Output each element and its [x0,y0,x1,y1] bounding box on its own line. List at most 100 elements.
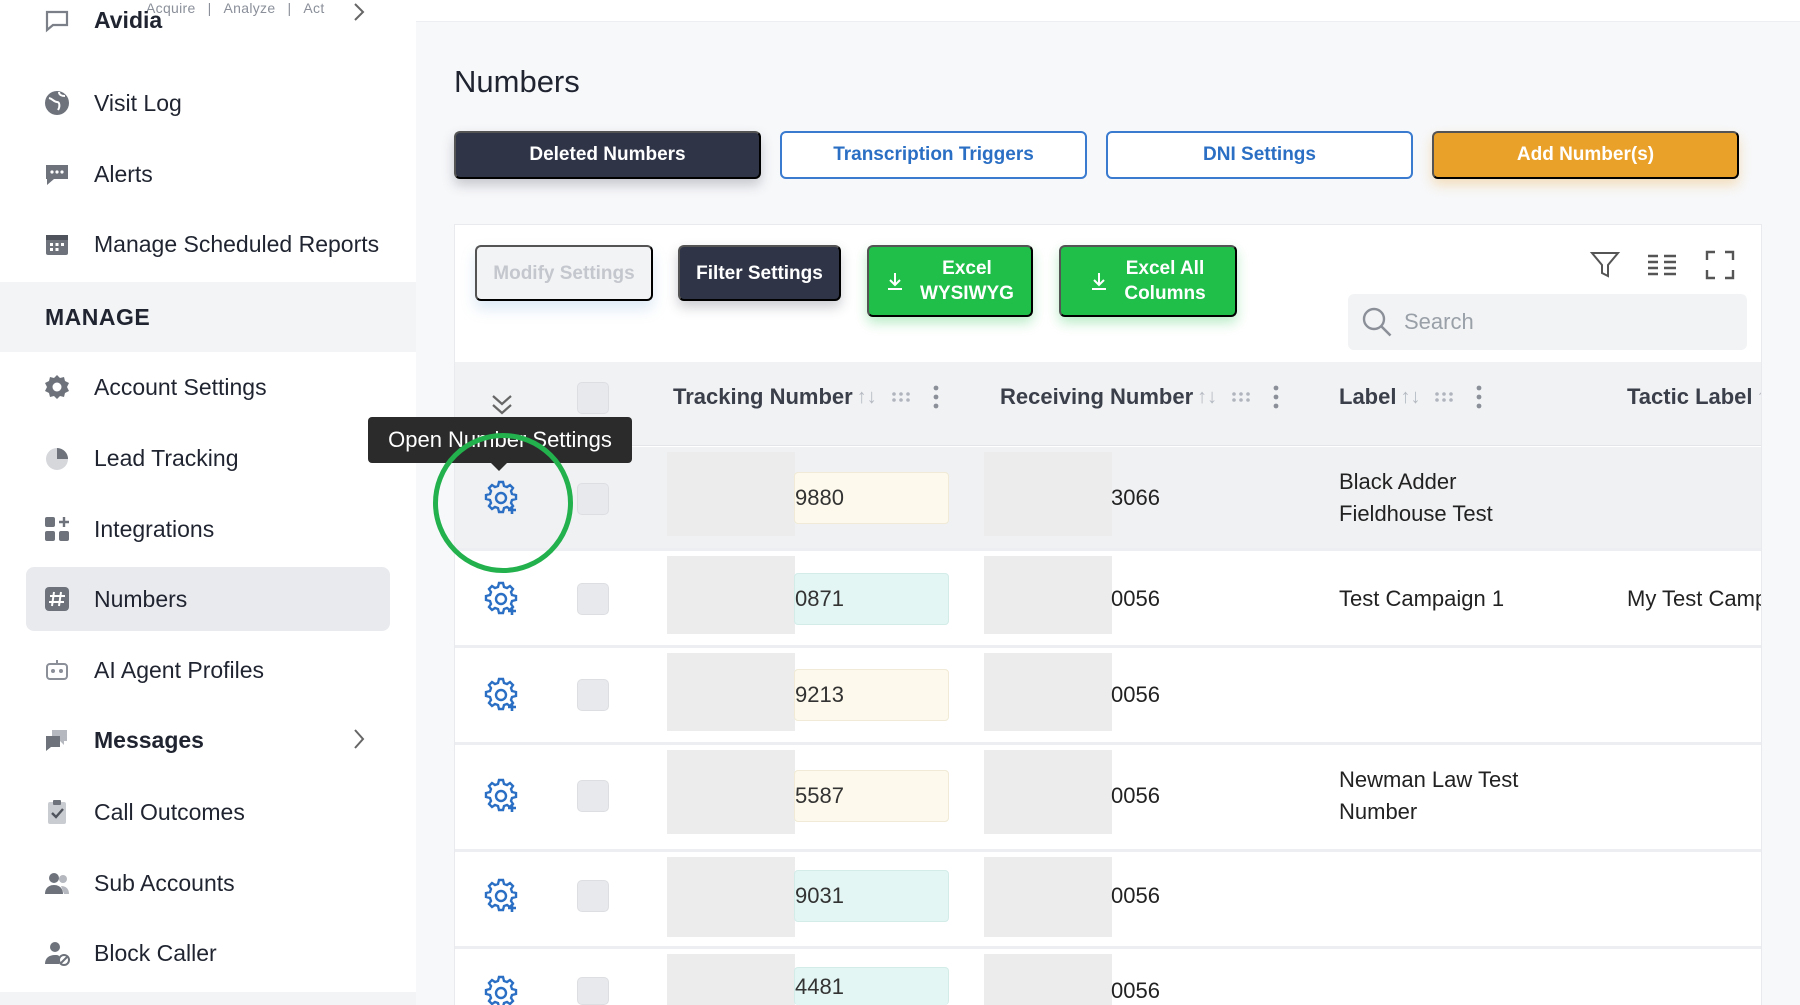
tracking-number-cell[interactable]: 0871 [794,573,949,625]
sidebar-item-label: Messages [94,726,204,753]
sidebar-item-numbers[interactable]: Numbers [26,567,390,631]
redacted-area [984,954,1112,1005]
chat-icon [42,5,72,35]
sidebar-item-manage-scheduled-reports[interactable]: Manage Scheduled Reports [26,212,390,276]
sidebar-item-label: Visit Log [94,89,182,116]
column-header-tactic-label[interactable]: Tactic Label ↑↓ [1627,384,1761,410]
row-checkbox[interactable] [577,780,609,812]
column-header-receiving-number[interactable]: Receiving Number ↑↓ [1000,384,1279,410]
sidebar-item-alerts[interactable]: Alerts [26,142,390,206]
tracking-number-cell[interactable]: 9880 [794,472,949,524]
sidebar-item-sub-accounts[interactable]: Sub Accounts [26,851,390,915]
search-input[interactable] [1404,309,1724,335]
number-settings-gear-icon[interactable] [482,777,520,815]
columns-list-icon[interactable] [1645,248,1679,282]
search-box[interactable] [1348,294,1747,350]
tracking-number-cell[interactable]: 5587 [794,770,949,822]
number-settings-gear-icon[interactable] [482,479,520,517]
transcription-triggers-button[interactable]: Transcription Triggers [780,131,1087,179]
label-cell: Black Adder Fieldhouse Test [1339,466,1493,530]
gear-icon [42,372,72,402]
grid-plus-icon [42,514,72,544]
sidebar-item-label: Numbers [94,585,188,612]
user-block-icon [42,938,72,968]
column-header-tracking-number[interactable]: Tracking Number ↑↓ [673,384,939,410]
sidebar-footer [0,992,416,1005]
tracking-number-cell[interactable]: 4481 [794,967,949,1005]
column-menu-icon[interactable] [1273,385,1279,409]
redacted-area [667,556,795,634]
search-icon [1360,305,1394,339]
tracking-number: 0871 [795,586,844,611]
sidebar-item-label: Sub Accounts [94,869,235,896]
column-title: Tracking Number [673,384,853,409]
robot-icon [42,655,72,685]
sidebar-item-avidia[interactable]: Avidia [26,2,390,66]
sidebar-item-visit-log[interactable]: Visit Log [26,71,390,135]
globe-icon [42,88,72,118]
deleted-numbers-button[interactable]: Deleted Numbers [454,131,761,179]
fullscreen-icon[interactable] [1703,248,1737,282]
alert-bubble-icon [42,159,72,189]
sidebar-item-messages[interactable]: Messages [26,708,390,772]
tracking-number: 5587 [795,783,844,808]
tracking-number-cell[interactable]: 9213 [794,669,949,721]
tactic-label-cell: My Test Camp [1627,586,1761,611]
sidebar-item-ai-agent-profiles[interactable]: AI Agent Profiles [26,638,390,702]
redacted-area [667,954,795,1005]
dni-settings-button[interactable]: DNI Settings [1106,131,1413,179]
row-checkbox[interactable] [577,483,609,515]
row-checkbox[interactable] [577,679,609,711]
column-title: Receiving Number [1000,384,1194,409]
page-title: Numbers [454,64,580,99]
sidebar-item-block-caller[interactable]: Block Caller [26,921,390,985]
message-bubbles-icon [42,725,72,755]
number-settings-gear-icon[interactable] [482,580,520,618]
select-all-checkbox[interactable] [577,382,609,414]
label-line2: Number [1339,799,1418,824]
drag-handle-icon[interactable] [1434,391,1454,403]
drag-handle-icon[interactable] [891,391,911,403]
download-icon [1090,271,1108,291]
sidebar-item-label: Alerts [94,160,153,187]
sidebar-item-account-settings[interactable]: Account Settings [26,355,390,419]
redacted-area [667,750,795,834]
sort-icon[interactable]: ↑↓ [1197,386,1217,409]
number-settings-gear-icon[interactable] [482,877,520,915]
open-number-settings-tooltip: Open Number Settings [368,417,632,471]
row-checkbox[interactable] [577,977,609,1005]
sidebar-item-label: Call Outcomes [94,798,245,825]
redacted-area [984,556,1112,634]
excel-wysiwyg-line2: WYSIWYG [920,283,1014,304]
sidebar-item-call-outcomes[interactable]: Call Outcomes [26,780,390,844]
modify-settings-button[interactable]: Modify Settings [475,245,653,301]
hash-icon [42,584,72,614]
sort-icon[interactable]: ↑↓ [1757,386,1761,409]
tracking-number-cell[interactable]: 9031 [794,870,949,922]
excel-all-columns-button[interactable]: Excel All Columns [1059,245,1237,317]
filter-icon[interactable] [1588,248,1622,282]
sidebar-item-integrations[interactable]: Integrations [26,497,390,561]
label-line2: Fieldhouse Test [1339,501,1493,526]
filter-settings-button[interactable]: Filter Settings [678,245,841,301]
redacted-area [984,452,1112,536]
receiving-number: 0056 [1111,586,1160,611]
column-menu-icon[interactable] [1476,385,1482,409]
sidebar-section-manage: MANAGE [0,282,416,352]
number-settings-gear-icon[interactable] [482,974,520,1005]
add-numbers-button[interactable]: Add Number(s) [1432,131,1739,179]
drag-handle-icon[interactable] [1231,391,1251,403]
tracking-number: 9213 [795,682,844,707]
sidebar-item-lead-tracking[interactable]: Lead Tracking [26,426,390,490]
sort-icon[interactable]: ↑↓ [857,386,877,409]
tracking-number: 9031 [795,883,844,908]
column-menu-icon[interactable] [933,385,939,409]
excel-wysiwyg-button[interactable]: Excel WYSIWYG [867,245,1033,317]
sidebar-item-label: Account Settings [94,373,267,400]
number-settings-gear-icon[interactable] [482,676,520,714]
row-checkbox[interactable] [577,583,609,615]
chevron-right-icon [352,728,366,755]
column-header-label[interactable]: Label ↑↓ [1339,384,1482,410]
sort-icon[interactable]: ↑↓ [1400,386,1420,409]
row-checkbox[interactable] [577,880,609,912]
